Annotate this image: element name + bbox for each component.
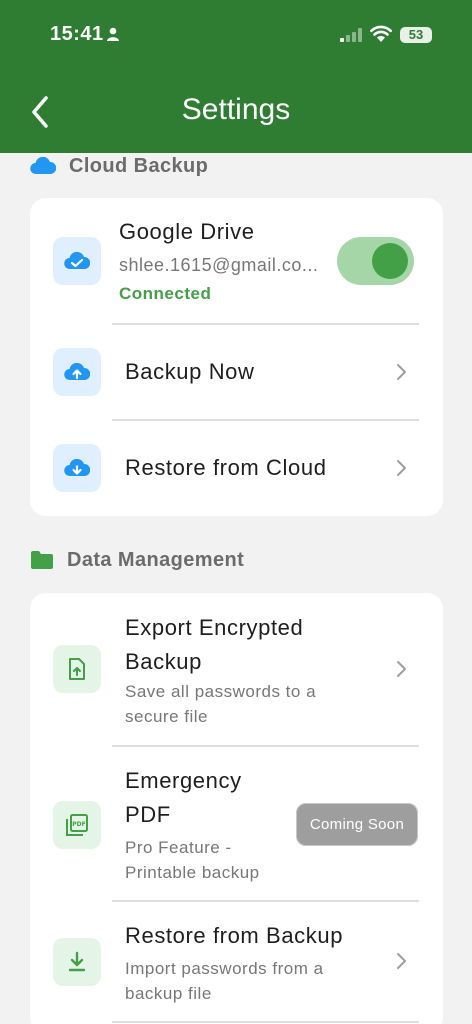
emergency-title-line1: Emergency [125,768,242,793]
person-icon [107,27,119,41]
restore-backup-title: Restore from Backup [125,923,344,948]
section-header-data-management: Data Management [30,545,244,575]
battery-indicator: 53 [400,27,432,43]
export-title-line1: Export Encrypted [125,615,304,640]
section-title: Data Management [67,548,245,571]
data-management-card: Export Encrypted Backup Save all passwor… [30,593,443,1024]
coming-soon-badge: Coming Soon [296,803,418,846]
section-title: Cloud Backup [69,154,209,177]
connection-status: Connected [119,284,212,303]
cloud-backup-card: Google Drive shlee.1615@gmail.co... Conn… [30,198,443,516]
export-sub-line2: secure file [125,707,208,726]
chevron-right-icon [397,460,406,476]
export-backup-row[interactable]: Export Encrypted Backup Save all passwor… [30,593,443,745]
restore-cloud-label: Restore from Cloud [125,455,327,480]
emergency-sub-line1: Pro Feature - [125,838,232,857]
svg-text:PDF: PDF [72,821,85,828]
google-drive-row[interactable]: Google Drive shlee.1615@gmail.co... Conn… [30,198,443,323]
cloud-download-icon [53,444,101,492]
settings-content[interactable]: Cloud Backup Google Drive shlee.1615@gma… [0,153,472,1024]
file-upload-icon [53,645,101,693]
restore-backup-sub-line2: backup file [125,984,212,1003]
section-header-cloud-backup: Cloud Backup [30,153,208,181]
cellular-signal-icon [340,28,362,42]
restore-backup-row[interactable]: Restore from Backup Import passwords fro… [30,902,443,1022]
wifi-icon [370,25,392,42]
restore-cloud-row[interactable]: Restore from Cloud [30,421,443,516]
download-icon [53,938,101,986]
backup-now-label: Backup Now [125,359,255,384]
app-header: 15:41 53 Settings [0,0,472,153]
folder-icon [31,551,53,569]
page-title: Settings [181,93,291,126]
chevron-right-icon [397,661,406,677]
status-bar: 15:41 53 [0,0,472,70]
pdf-icon: PDF [53,801,101,849]
emergency-pdf-row[interactable]: PDF Emergency PDF Pro Feature - Printabl… [30,747,443,901]
divider [112,1021,419,1023]
google-drive-toggle[interactable] [337,237,414,285]
chevron-right-icon [397,364,406,380]
cloud-upload-icon [53,348,101,396]
cloud-check-icon [53,237,101,285]
google-drive-email: shlee.1615@gmail.co... [119,255,319,275]
cloud-icon [30,157,56,175]
export-title-line2: Backup [125,649,202,674]
google-drive-title: Google Drive [119,219,255,244]
emergency-title-line2: PDF [125,802,171,827]
export-sub-line1: Save all passwords to a [125,682,317,701]
emergency-sub-line2: Printable backup [125,863,260,882]
restore-backup-sub-line1: Import passwords from a [125,959,324,978]
chevron-right-icon [397,953,406,969]
toggle-knob [372,243,408,279]
backup-now-row[interactable]: Backup Now [30,325,443,420]
status-time: 15:41 [50,23,104,45]
